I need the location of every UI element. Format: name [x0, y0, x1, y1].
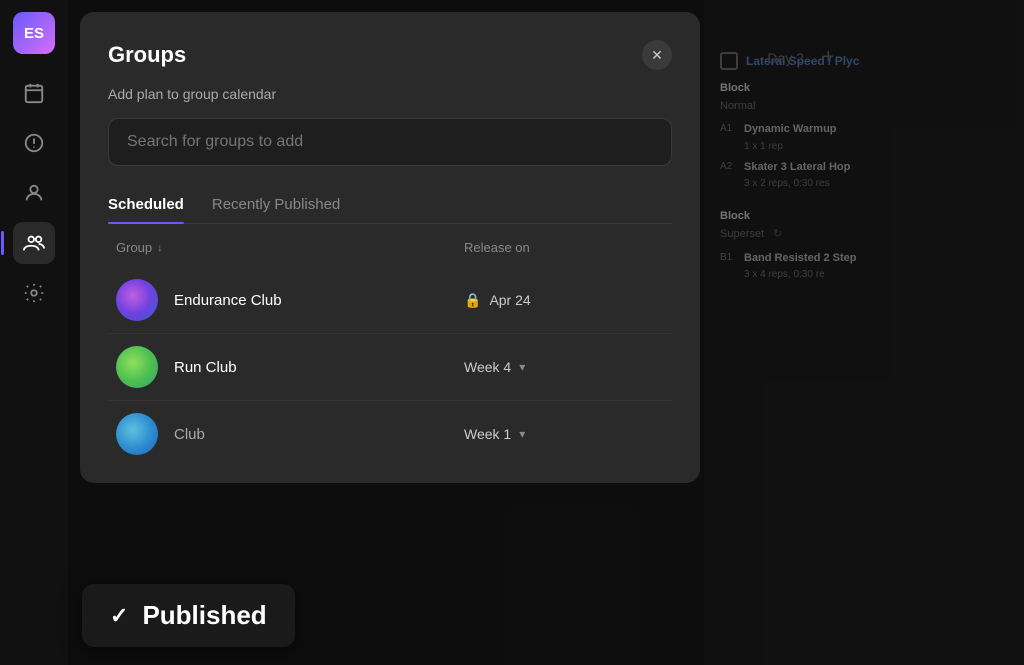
col-header-release: Release on — [464, 240, 664, 255]
tab-scheduled[interactable]: Scheduled — [108, 188, 184, 223]
sidebar-item-settings[interactable] — [13, 272, 55, 314]
tabs-row: Scheduled Recently Published — [108, 188, 672, 224]
group-avatar-endurance — [116, 279, 158, 321]
group-avatar-partial — [116, 413, 158, 455]
chevron-down-icon-run[interactable]: ▾ — [519, 360, 525, 374]
group-name-partial: Club — [174, 426, 464, 443]
main-content: WED ovement Q... ⋮ Warmup Plank Row 0:30… — [68, 0, 1024, 665]
group-avatar-run — [116, 346, 158, 388]
modal-title: Groups — [108, 42, 186, 68]
groups-modal: Groups ✕ Add plan to group calendar Sche… — [80, 12, 700, 483]
group-row-run: Run Club Week 4 ▾ — [108, 334, 672, 401]
search-input[interactable] — [127, 133, 653, 151]
lock-icon: 🔒 — [464, 292, 481, 309]
week-selector-partial[interactable]: Week 1 ▾ — [464, 426, 525, 442]
week-value-partial: Week 1 — [464, 426, 511, 442]
release-info-partial: Week 1 ▾ — [464, 426, 664, 442]
sidebar-item-calendar[interactable] — [13, 72, 55, 114]
modal-subtitle: Add plan to group calendar — [108, 86, 672, 102]
chevron-down-icon-partial[interactable]: ▾ — [519, 427, 525, 441]
week-value-run: Week 4 — [464, 359, 511, 375]
close-button[interactable]: ✕ — [642, 40, 672, 70]
group-row-endurance: Endurance Club 🔒 Apr 24 — [108, 267, 672, 334]
release-date-endurance: Apr 24 — [489, 292, 530, 308]
group-name-run: Run Club — [174, 359, 464, 376]
published-label: Published — [142, 600, 266, 631]
sidebar: ES — [0, 0, 68, 665]
sidebar-item-groups[interactable] — [13, 222, 55, 264]
sort-arrow-icon[interactable]: ↓ — [157, 242, 163, 254]
tab-recently-published[interactable]: Recently Published — [212, 188, 340, 223]
sidebar-item-billing[interactable] — [13, 122, 55, 164]
group-name-endurance: Endurance Club — [174, 292, 464, 309]
avatar[interactable]: ES — [13, 12, 55, 54]
groups-table: Group ↓ Release on Endurance Club 🔒 Apr … — [108, 224, 672, 483]
col-header-group: Group ↓ — [116, 240, 464, 255]
release-info-run: Week 4 ▾ — [464, 359, 664, 375]
release-info-endurance: 🔒 Apr 24 — [464, 292, 664, 309]
sidebar-item-profile[interactable] — [13, 172, 55, 214]
week-selector-run[interactable]: Week 4 ▾ — [464, 359, 525, 375]
published-toast: ✓ Published — [82, 584, 295, 647]
check-icon: ✓ — [110, 603, 128, 629]
search-container — [108, 118, 672, 166]
group-row-partial: Club Week 1 ▾ — [108, 401, 672, 467]
